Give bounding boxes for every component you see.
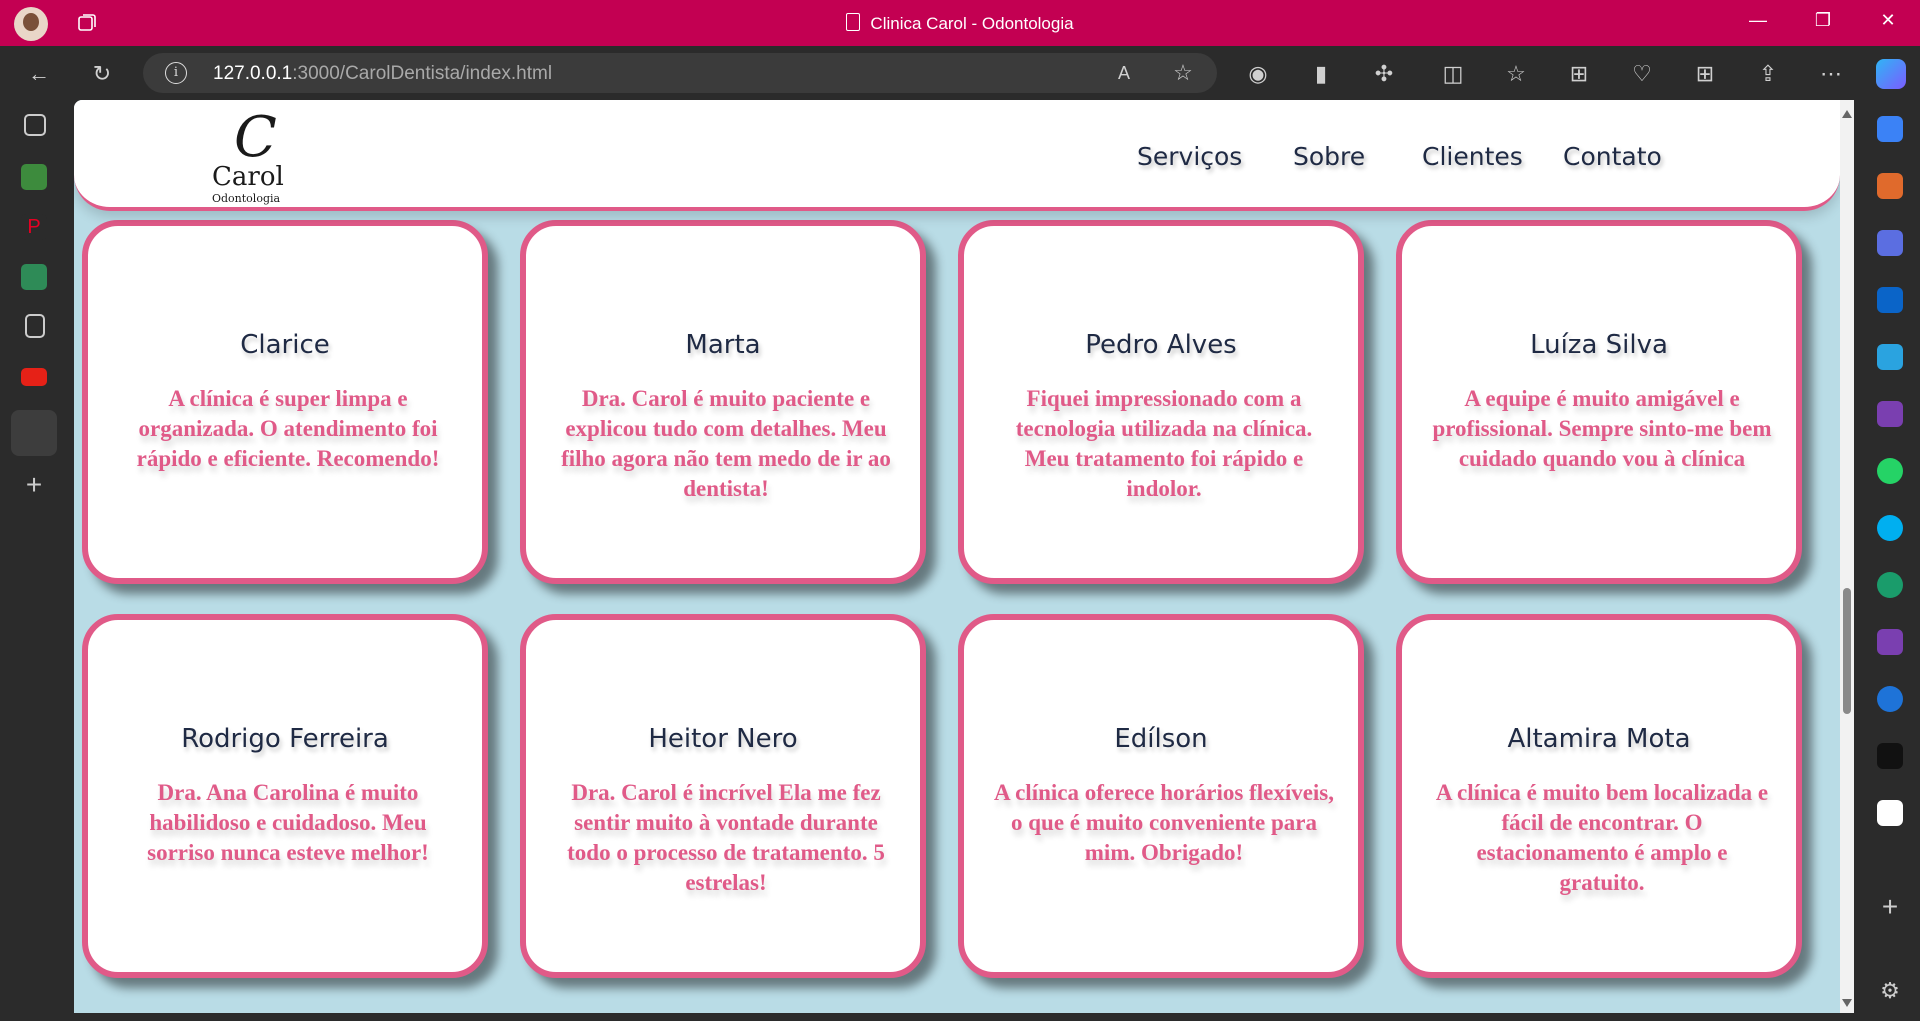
new-tab-icon[interactable]: + xyxy=(21,471,47,499)
scroll-up-arrow-icon[interactable] xyxy=(1842,110,1852,118)
logo-mark: C xyxy=(234,105,277,170)
split-screen-icon[interactable]: ◫ xyxy=(1440,61,1466,87)
right-sidebar: + ⚙ xyxy=(1860,100,1920,1021)
testimonial-card: Altamira Mota A clínica é muito bem loca… xyxy=(1396,614,1802,978)
apps-icon[interactable]: ⊞ xyxy=(1692,61,1718,87)
site-info-icon[interactable]: i xyxy=(165,62,187,84)
logo-name: Carol xyxy=(212,162,284,192)
extension-files-icon[interactable]: ▮ xyxy=(1308,61,1334,87)
rc-app-icon[interactable] xyxy=(1877,800,1903,826)
page-icon xyxy=(846,13,861,31)
scrollbar-thumb[interactable] xyxy=(1843,588,1851,714)
extensions-puzzle-icon[interactable]: ✣ xyxy=(1371,61,1397,87)
shopping-tag-icon[interactable] xyxy=(1877,116,1903,142)
designer-icon[interactable] xyxy=(1877,230,1903,256)
testimonial-text: Fiquei impressionado com a tecnologia ut… xyxy=(1015,386,1313,501)
tools-briefcase-icon[interactable] xyxy=(1877,173,1903,199)
testimonial-name: Altamira Mota xyxy=(1507,724,1691,754)
refresh-icon[interactable]: ↻ xyxy=(89,61,115,87)
player-icon[interactable] xyxy=(1877,686,1903,712)
testimonial-card: Marta Dra. Carol é muito paciente e expl… xyxy=(520,220,926,584)
nav-clientes[interactable]: Clientes xyxy=(1422,142,1523,171)
page-scrollbar[interactable] xyxy=(1840,100,1854,1013)
address-bar[interactable]: i 127.0.0.1:3000/CarolDentista/index.htm… xyxy=(143,53,1217,93)
nav-servicos[interactable]: Serviços xyxy=(1137,142,1242,171)
testimonial-card: Luíza Silva A equipe é muito amigável e … xyxy=(1396,220,1802,584)
clinic-logo[interactable]: C Carol Odontologia xyxy=(208,105,298,206)
left-sidebar: P + xyxy=(0,100,68,1021)
nav-sobre[interactable]: Sobre xyxy=(1293,142,1365,171)
testimonial-card: Heitor Nero Dra. Carol é incrível Ela me… xyxy=(520,614,926,978)
favorites-icon[interactable]: ☆ xyxy=(1503,61,1529,87)
testimonial-text: A clínica é muito bem localizada e fácil… xyxy=(1435,780,1769,895)
whatsapp-icon[interactable] xyxy=(1877,458,1903,484)
nav-contato[interactable]: Contato xyxy=(1563,142,1662,171)
testimonial-card: Rodrigo Ferreira Dra. Ana Carolina é mui… xyxy=(82,614,488,978)
testimonial-name: Rodrigo Ferreira xyxy=(181,724,389,754)
testimonial-name: Marta xyxy=(685,330,761,360)
sidebar-settings-gear-icon[interactable]: ⚙ xyxy=(1877,978,1903,1004)
favorite-star-icon[interactable]: ☆ xyxy=(1170,60,1196,86)
testimonial-name: Edílson xyxy=(1114,724,1208,754)
outlook-icon[interactable] xyxy=(1877,287,1903,313)
testimonial-name: Luíza Silva xyxy=(1530,330,1668,360)
more-menu-icon[interactable]: ⋯ xyxy=(1818,61,1844,87)
testimonial-text: A equipe é muito amigável e profissional… xyxy=(1432,386,1772,471)
window-title: Clinica Carol - Odontologia xyxy=(0,13,1920,34)
quora-app-icon[interactable] xyxy=(1877,572,1903,598)
crown-game-icon[interactable] xyxy=(1877,629,1903,655)
back-icon[interactable]: ← xyxy=(26,61,52,87)
testimonial-card: Clarice A clínica é super limpa e organi… xyxy=(82,220,488,584)
document-tab-icon[interactable] xyxy=(25,314,45,338)
testimonial-text: A clínica é super limpa e organizada. O … xyxy=(136,386,440,471)
read-aloud-icon[interactable]: A xyxy=(1111,60,1137,86)
telegram-icon[interactable] xyxy=(1877,344,1903,370)
onenote-icon[interactable] xyxy=(1877,401,1903,427)
scroll-down-arrow-icon[interactable] xyxy=(1842,999,1852,1007)
testimonial-text: A clínica oferece horários flexíveis, o … xyxy=(994,780,1335,865)
tab-actions-icon[interactable] xyxy=(24,114,46,136)
testimonial-text: Dra. Carol é muito paciente e explicou t… xyxy=(561,386,891,501)
minimize-button[interactable]: — xyxy=(1735,10,1781,36)
figma-icon[interactable] xyxy=(1877,743,1903,769)
duolingo-tab-icon[interactable] xyxy=(21,164,47,190)
copilot-icon[interactable] xyxy=(1876,59,1906,89)
close-button[interactable]: ✕ xyxy=(1865,10,1911,36)
site-header: C Carol Odontologia Serviços Sobre Clien… xyxy=(74,100,1840,211)
testimonial-name: Pedro Alves xyxy=(1085,330,1237,360)
logo-subtitle: Odontologia xyxy=(212,192,281,205)
testimonial-name: Heitor Nero xyxy=(648,724,798,754)
testimonial-card: Edílson A clínica oferece horários flexí… xyxy=(958,614,1364,978)
skype-icon[interactable] xyxy=(1877,515,1903,541)
youtube-tab-icon[interactable] xyxy=(21,368,47,386)
testimonial-card: Pedro Alves Fiquei impressionado com a t… xyxy=(958,220,1364,584)
testimonial-text: Dra. Ana Carolina é muito habilidoso e c… xyxy=(147,780,429,865)
page-viewport: C Carol Odontologia Serviços Sobre Clien… xyxy=(74,100,1840,1013)
active-tab-document-icon[interactable] xyxy=(11,410,57,456)
share-icon[interactable]: ⇪ xyxy=(1755,61,1781,87)
url-text[interactable]: 127.0.0.1:3000/CarolDentista/index.html xyxy=(213,63,552,85)
browser-title-bar: Clinica Carol - Odontologia — ❐ ✕ xyxy=(0,0,1920,46)
restore-button[interactable]: ❐ xyxy=(1800,10,1846,36)
sheets-tab-icon[interactable] xyxy=(21,264,47,290)
browser-essentials-icon[interactable]: ♡ xyxy=(1629,61,1655,87)
browser-toolbar: ← ↻ i 127.0.0.1:3000/CarolDentista/index… xyxy=(0,46,1920,100)
pinterest-tab-icon[interactable]: P xyxy=(21,214,47,240)
extension-glasses-icon[interactable]: ◉ xyxy=(1245,61,1271,87)
testimonial-text: Dra. Carol é incrível Ela me fez sentir … xyxy=(567,780,885,895)
collections-icon[interactable]: ⊞ xyxy=(1566,61,1592,87)
testimonial-name: Clarice xyxy=(240,330,330,360)
add-sidebar-app-icon[interactable]: + xyxy=(1877,893,1903,921)
